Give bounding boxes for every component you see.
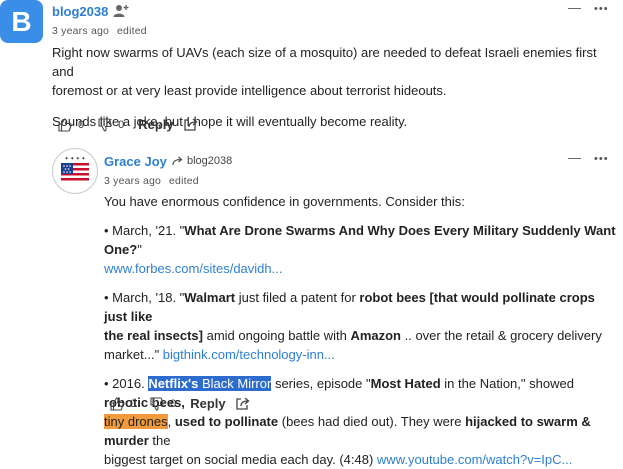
item-bold: used to pollinate: [174, 414, 279, 429]
share-icon[interactable]: [236, 397, 250, 410]
reply-arrow-icon: [172, 156, 183, 166]
edited-label: edited: [169, 175, 199, 187]
list-item: • March, '21. "What Are Drone Swarms And…: [104, 221, 619, 278]
author-name[interactable]: Grace Joy: [104, 154, 167, 169]
thumbs-up-icon[interactable]: [58, 117, 72, 132]
avatar[interactable]: B: [0, 0, 43, 43]
item-bold: Most Hated: [370, 376, 441, 391]
reply-to-name[interactable]: blog2038: [187, 155, 232, 167]
item-text: (bees had died out). They were: [278, 414, 466, 429]
item-bold: Walmart: [184, 290, 236, 305]
avatar[interactable]: ✦ ✦ ✦ ✦: [52, 148, 98, 194]
comment-line: foremost or at very least provide intell…: [52, 83, 447, 98]
highlighted-text: Netflix's Black Mirror: [148, 376, 272, 391]
reply-button[interactable]: Reply: [190, 396, 225, 411]
comment-body: You have enormous confidence in governme…: [104, 192, 619, 469]
item-text: in the Nation," showed: [440, 376, 574, 391]
reply-button[interactable]: Reply: [138, 117, 173, 132]
reply-to[interactable]: blog2038: [172, 155, 232, 167]
downvote-count: 0: [170, 397, 177, 410]
vote-bar: 0 0 Reply: [110, 396, 250, 411]
list-item: • March, '18. "Walmart just filed a pate…: [104, 288, 619, 364]
author-name[interactable]: blog2038: [52, 4, 108, 19]
more-options-button[interactable]: •••: [594, 153, 609, 165]
timestamp[interactable]: 3 years ago: [104, 175, 161, 187]
forbes-link[interactable]: www.forbes.com/sites/davidh...: [104, 261, 282, 276]
comment-intro: You have enormous confidence in governme…: [104, 194, 465, 209]
item-text: ,: [167, 414, 175, 429]
edited-label: edited: [117, 25, 147, 37]
item-text: • 2016.: [104, 376, 149, 391]
item-text: series, episode ": [271, 376, 371, 391]
highlighted-text: tiny drones: [104, 414, 168, 429]
thumbs-down-icon[interactable]: [98, 117, 112, 132]
item-text: market...": [104, 347, 163, 362]
upvote-count: 0: [78, 118, 85, 131]
more-options-button[interactable]: •••: [594, 3, 609, 15]
bigthink-link[interactable]: bigthink.com/technology-inn...: [163, 347, 335, 362]
item-text: • March, '21. ": [104, 223, 185, 238]
follow-user-icon[interactable]: [113, 4, 129, 18]
comment-line: Right now swarms of UAVs (each size of a…: [52, 45, 597, 79]
list-item: • 2016. Netflix's Black Mirror series, e…: [104, 374, 619, 469]
upvote-count: 0: [130, 397, 137, 410]
item-text: .. over the retail & grocery delivery: [401, 328, 602, 343]
item-text: Black Mirror: [198, 376, 272, 391]
downvote-count: 0: [118, 118, 125, 131]
timestamp[interactable]: 3 years ago: [52, 25, 109, 37]
item-text: just filed a patent for: [235, 290, 360, 305]
item-bold: Amazon: [350, 328, 401, 343]
thumbs-up-icon[interactable]: [110, 396, 124, 411]
flag-avatar-image: ✦ ✦ ✦ ✦: [61, 156, 89, 183]
thumbs-down-icon[interactable]: [150, 396, 164, 411]
youtube-link[interactable]: www.youtube.com/watch?v=IpC...: [377, 452, 572, 467]
item-text: biggest target on social media each day.…: [104, 452, 377, 467]
vote-bar: 0 0 Reply: [58, 117, 198, 132]
item-bold: Netflix's: [148, 376, 199, 391]
collapse-button[interactable]: —: [568, 150, 581, 165]
share-icon[interactable]: [184, 118, 198, 131]
item-text: • March, '18. ": [104, 290, 185, 305]
collapse-button[interactable]: —: [568, 0, 581, 15]
item-text: ": [137, 242, 142, 257]
svg-text:✦ ✦ ✦ ✦: ✦ ✦ ✦ ✦: [65, 156, 86, 162]
item-text: amid ongoing battle with: [203, 328, 351, 343]
item-text: the: [148, 433, 171, 448]
item-bold: the real insects]: [104, 328, 203, 343]
